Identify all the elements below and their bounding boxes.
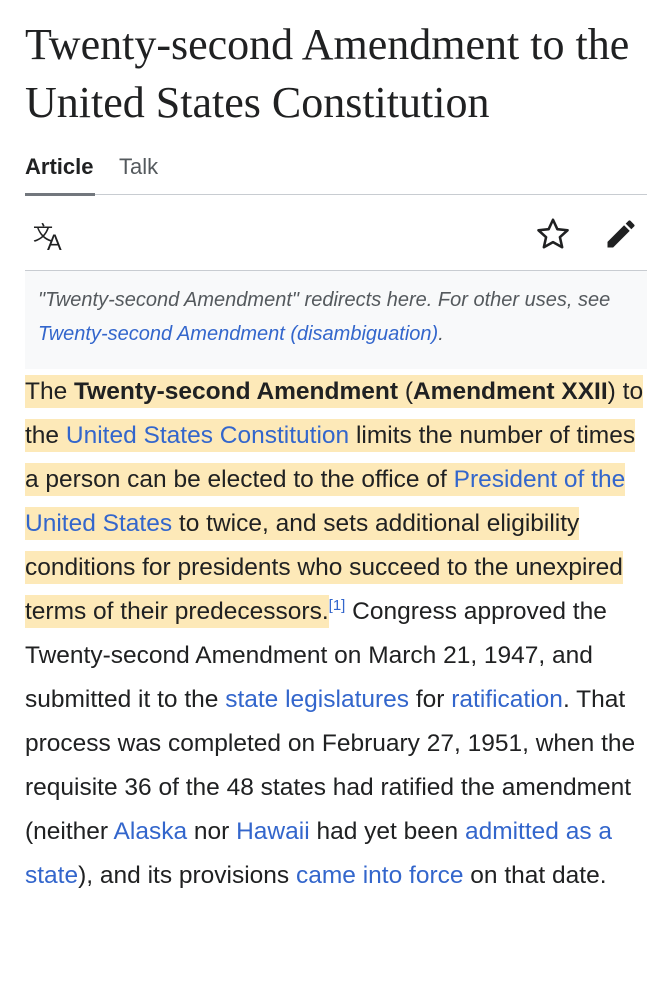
svg-text:A: A bbox=[47, 230, 62, 255]
star-icon[interactable] bbox=[535, 216, 571, 252]
text-run: nor bbox=[187, 818, 237, 845]
disambiguation-link[interactable]: Twenty-second Amendment (disambiguation) bbox=[38, 323, 438, 345]
link-state-legislatures[interactable]: state legislatures bbox=[225, 686, 409, 713]
link-ratification[interactable]: ratification bbox=[451, 686, 563, 713]
bold-term: Twenty-second Amendment bbox=[74, 378, 399, 405]
bold-term: Amendment XXII bbox=[412, 378, 608, 405]
lead-paragraph: The Twenty-second Amendment (Amendment X… bbox=[25, 370, 650, 898]
link-came-into-force[interactable]: came into force bbox=[296, 862, 464, 889]
text-run: ( bbox=[398, 378, 413, 405]
link-hawaii[interactable]: Hawaii bbox=[236, 818, 310, 845]
tab-article[interactable]: Article bbox=[25, 150, 95, 196]
highlighted-sentence: The Twenty-second Amendment (Amendment X… bbox=[25, 375, 644, 628]
hatnote-text: "Twenty-second Amendment" redirects here… bbox=[38, 289, 611, 311]
text-run: for bbox=[409, 686, 452, 713]
hatnote-suffix: . bbox=[438, 323, 444, 345]
text-run: on that date. bbox=[463, 862, 607, 889]
hatnote: "Twenty-second Amendment" redirects here… bbox=[25, 270, 647, 369]
language-icon[interactable]: 文 A bbox=[31, 216, 71, 256]
page-title: Twenty-second Amendment to the United St… bbox=[25, 20, 630, 127]
tab-talk[interactable]: Talk bbox=[119, 150, 158, 193]
link-alaska[interactable]: Alaska bbox=[114, 818, 188, 845]
citation-link[interactable]: [1] bbox=[329, 597, 346, 614]
link-us-constitution[interactable]: United States Constitution bbox=[66, 422, 349, 449]
text-run: The bbox=[25, 378, 75, 405]
text-run: ), and its provisions bbox=[78, 862, 296, 889]
text-run: had yet been bbox=[309, 818, 465, 845]
edit-pencil-icon[interactable] bbox=[603, 216, 639, 252]
page-toolbar: 文 A bbox=[25, 210, 647, 270]
page-tabs: Article Talk bbox=[25, 150, 647, 196]
